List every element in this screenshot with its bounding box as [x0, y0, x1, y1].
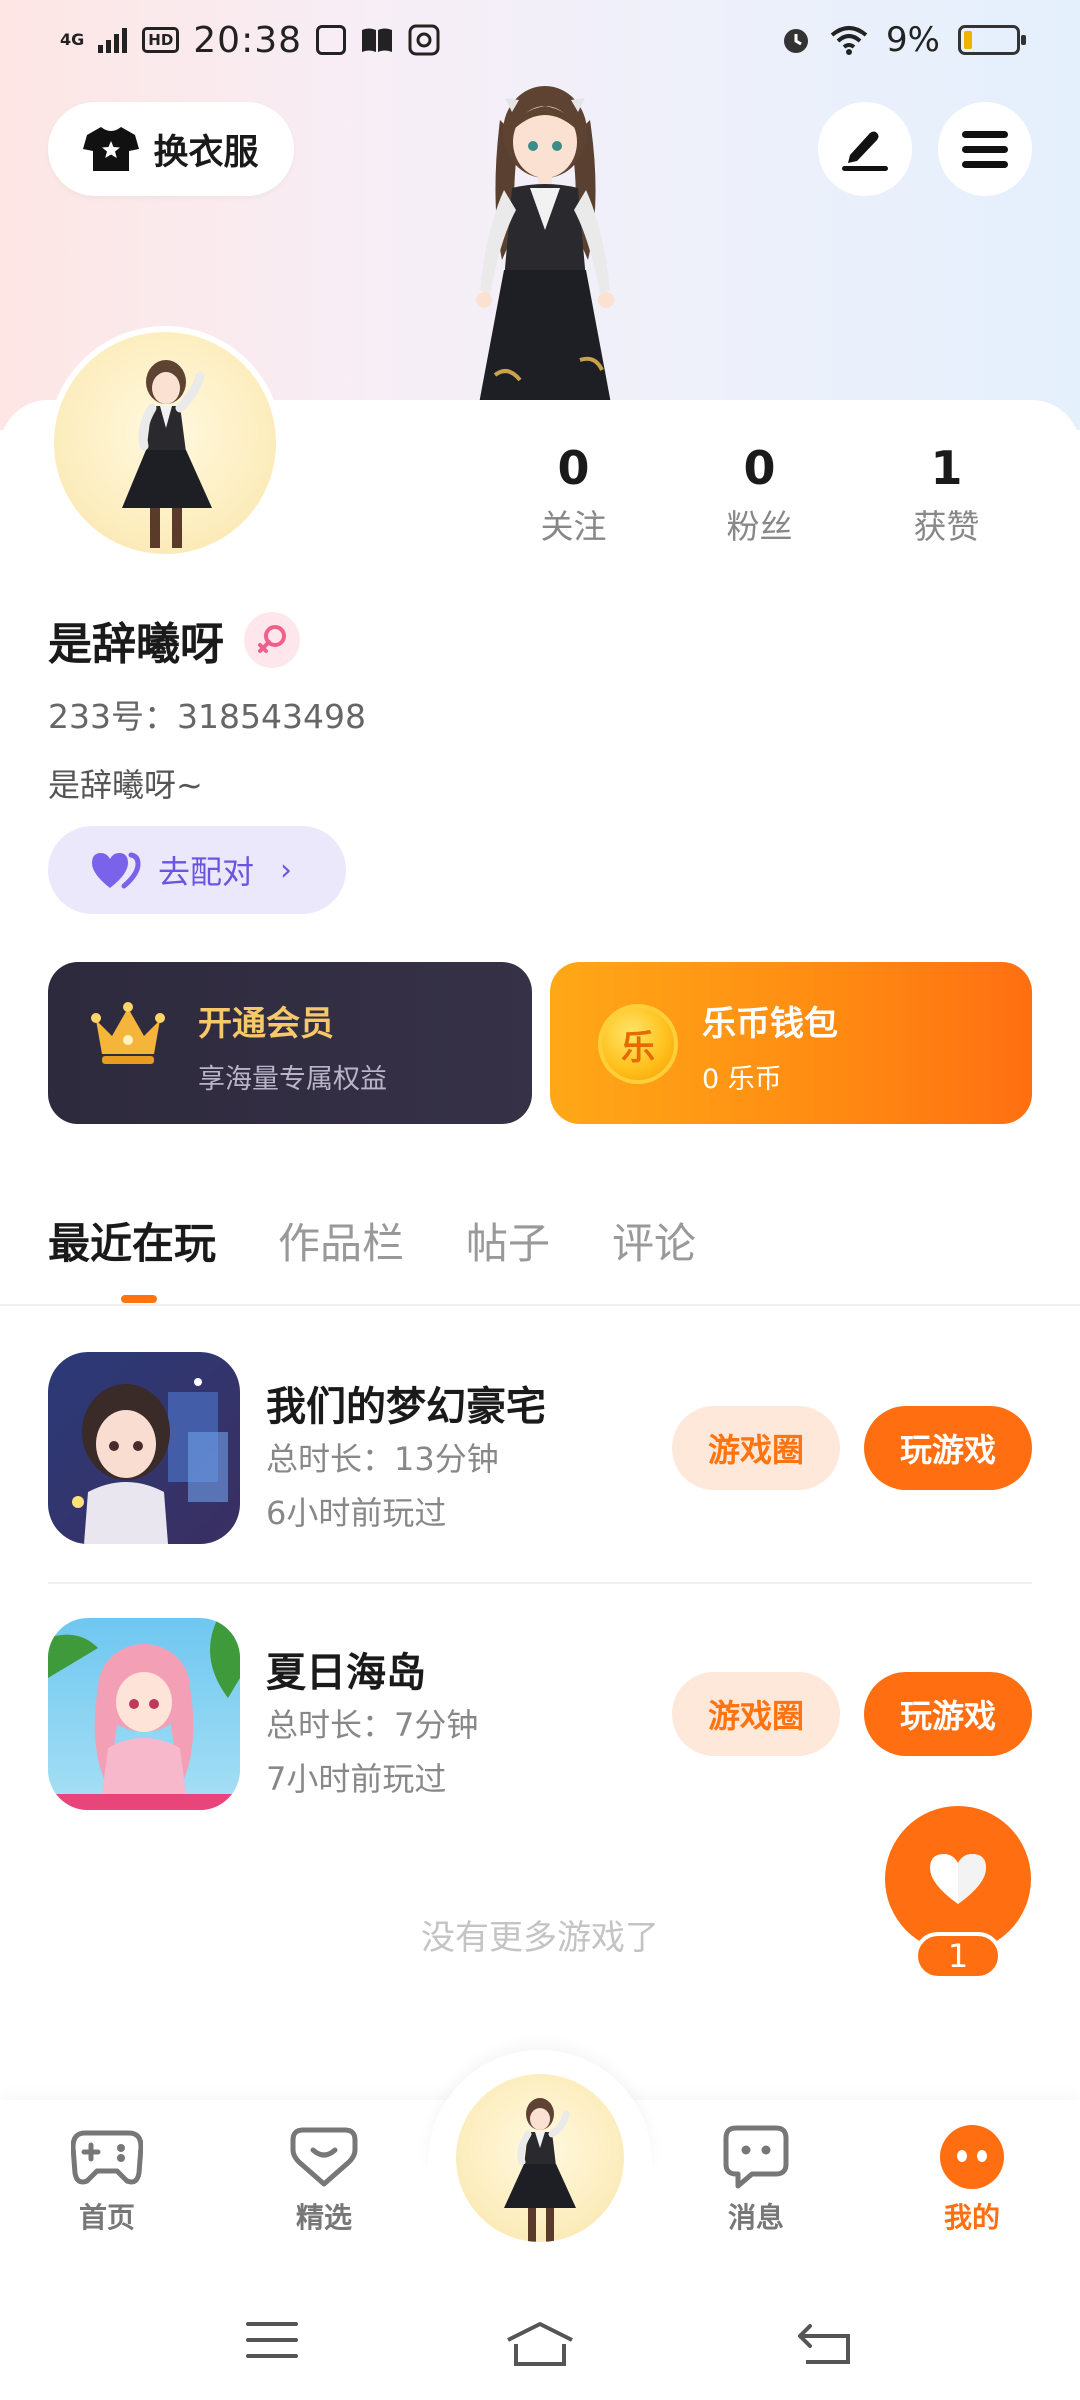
- nav-me-label: 我的: [943, 2201, 1000, 2234]
- tshirt-icon: [83, 127, 140, 171]
- play-game-button[interactable]: 玩游戏: [864, 1406, 1032, 1490]
- book-notification-icon: [362, 28, 393, 52]
- change-outfit-label: 换衣服: [153, 132, 259, 173]
- game-total-duration: 总时长：13分钟: [266, 1440, 499, 1478]
- vip-subtitle: 享海量专属权益: [198, 1064, 387, 1095]
- menu-button[interactable]: [938, 102, 1032, 196]
- hamburger-menu-icon: [962, 131, 1008, 168]
- avatar-portrait: [122, 360, 212, 548]
- stat-following-count: 0: [557, 441, 590, 495]
- female-gender-icon: [244, 612, 300, 668]
- game-circle-button[interactable]: 游戏圈: [672, 1672, 840, 1756]
- like-count-badge: 1: [914, 1932, 1002, 1980]
- alarm-icon: [784, 29, 809, 53]
- user-bio: 是辞曦呀~: [48, 766, 203, 804]
- stat-likes-label: 获赞: [913, 507, 980, 546]
- pen-icon: [842, 131, 888, 171]
- lecoin-icon-text: 乐: [621, 1027, 655, 1068]
- vip-membership-card[interactable]: 开通会员 享海量专属权益: [48, 962, 532, 1124]
- profile-face-icon: [940, 2125, 1004, 2189]
- profile-stats: 0 关注 0 粉丝 1 获赞: [480, 440, 1040, 548]
- chevron-right-icon: ›: [280, 852, 293, 888]
- profile-screen: 4G HD 20:38 9% 换衣服 0 关注 0 粉丝 1 获赞 是辞曦呀 2…: [0, 0, 1080, 2400]
- chat-bubble-icon: [723, 2125, 789, 2189]
- name-row: 是辞曦呀: [48, 608, 300, 672]
- play-game-button[interactable]: 玩游戏: [864, 1672, 1032, 1756]
- crown-icon: [91, 1002, 165, 1064]
- game-title: 夏日海岛: [266, 1650, 426, 1696]
- tab-posts[interactable]: 帖子: [466, 1210, 550, 1271]
- match-label: 去配对: [158, 853, 255, 891]
- home-icon[interactable]: [504, 2320, 576, 2366]
- user-name: 是辞曦呀: [48, 619, 224, 670]
- tab-recently-played[interactable]: 最近在玩: [48, 1210, 216, 1271]
- back-icon[interactable]: [796, 2320, 852, 2364]
- user-id: 233号：318543498: [48, 697, 366, 736]
- game-thumbnail[interactable]: [48, 1618, 240, 1810]
- status-bar: 4G HD 20:38 9%: [0, 0, 1080, 80]
- nav-messages-label: 消息: [727, 2201, 784, 2234]
- game-thumbnail[interactable]: [48, 1352, 240, 1544]
- profile-avatar[interactable]: [48, 326, 282, 560]
- stat-likes[interactable]: 1 获赞: [853, 440, 1040, 548]
- tab-comments[interactable]: 评论: [612, 1210, 696, 1271]
- avatar-portrait: [504, 2098, 576, 2242]
- tab-works[interactable]: 作品栏: [278, 1210, 404, 1271]
- double-heart-icon: [92, 852, 141, 889]
- game-last-played: 7小时前玩过: [266, 1760, 447, 1798]
- wifi-icon: [830, 26, 868, 55]
- recent-apps-icon[interactable]: [246, 2320, 298, 2360]
- stat-fans-count: 0: [743, 441, 776, 495]
- nav-avatar-button[interactable]: [456, 2074, 624, 2242]
- nav-me[interactable]: 我的: [897, 2124, 1047, 2236]
- game-list-item[interactable]: 夏日海岛 总时长：7分钟 7小时前玩过 游戏圈 玩游戏: [48, 1618, 1032, 1810]
- heart-badge-icon: [290, 2127, 358, 2187]
- like-button[interactable]: [885, 1806, 1031, 1952]
- battery-percent: 9%: [886, 20, 940, 60]
- active-tab-indicator: [121, 1295, 157, 1303]
- stat-following[interactable]: 0 关注: [480, 440, 667, 548]
- list-divider: [48, 1582, 1032, 1584]
- nav-messages[interactable]: 消息: [681, 2124, 831, 2236]
- avatar-3d-figure[interactable]: [420, 80, 670, 425]
- change-outfit-button[interactable]: 换衣服: [48, 102, 294, 196]
- game-circle-button[interactable]: 游戏圈: [672, 1406, 840, 1490]
- nav-home[interactable]: 首页: [32, 2124, 182, 2236]
- network-indicator: 4G: [60, 30, 85, 49]
- stat-likes-count: 1: [930, 441, 963, 495]
- profile-tabs: 最近在玩 作品栏 帖子 评论: [48, 1210, 696, 1271]
- wallet-title: 乐币钱包: [702, 1004, 838, 1044]
- tabs-divider: [0, 1304, 1080, 1306]
- game-title: 我们的梦幻豪宅: [266, 1384, 546, 1430]
- nav-featured-label: 精选: [295, 2201, 352, 2234]
- heart-icon: [930, 1854, 986, 1904]
- notification-app-icon: [316, 25, 347, 55]
- gamepad-icon: [71, 2130, 143, 2185]
- stat-following-label: 关注: [540, 507, 607, 546]
- signal-icon: [98, 28, 128, 53]
- nav-home-label: 首页: [78, 2201, 135, 2234]
- mail-notification-icon: [408, 24, 440, 56]
- hd-badge: HD: [142, 27, 180, 53]
- clock: 20:38: [193, 19, 303, 61]
- nav-featured[interactable]: 精选: [249, 2124, 399, 2236]
- game-last-played: 6小时前玩过: [266, 1494, 447, 1532]
- wallet-card[interactable]: 乐 乐币钱包 0 乐币: [550, 962, 1032, 1124]
- edit-profile-button[interactable]: [818, 102, 912, 196]
- wallet-balance: 0 乐币: [702, 1064, 782, 1095]
- stat-fans[interactable]: 0 粉丝: [666, 440, 853, 548]
- vip-title: 开通会员: [198, 1004, 334, 1044]
- game-list-item[interactable]: 我们的梦幻豪宅 总时长：13分钟 6小时前玩过 游戏圈 玩游戏: [48, 1352, 1032, 1544]
- lecoin-icon: 乐: [598, 1004, 678, 1084]
- game-total-duration: 总时长：7分钟: [266, 1706, 479, 1744]
- battery-icon: [958, 25, 1026, 55]
- stat-fans-label: 粉丝: [726, 507, 793, 546]
- match-button[interactable]: 去配对 ›: [48, 826, 346, 914]
- system-navigation-bar: [0, 2270, 1080, 2400]
